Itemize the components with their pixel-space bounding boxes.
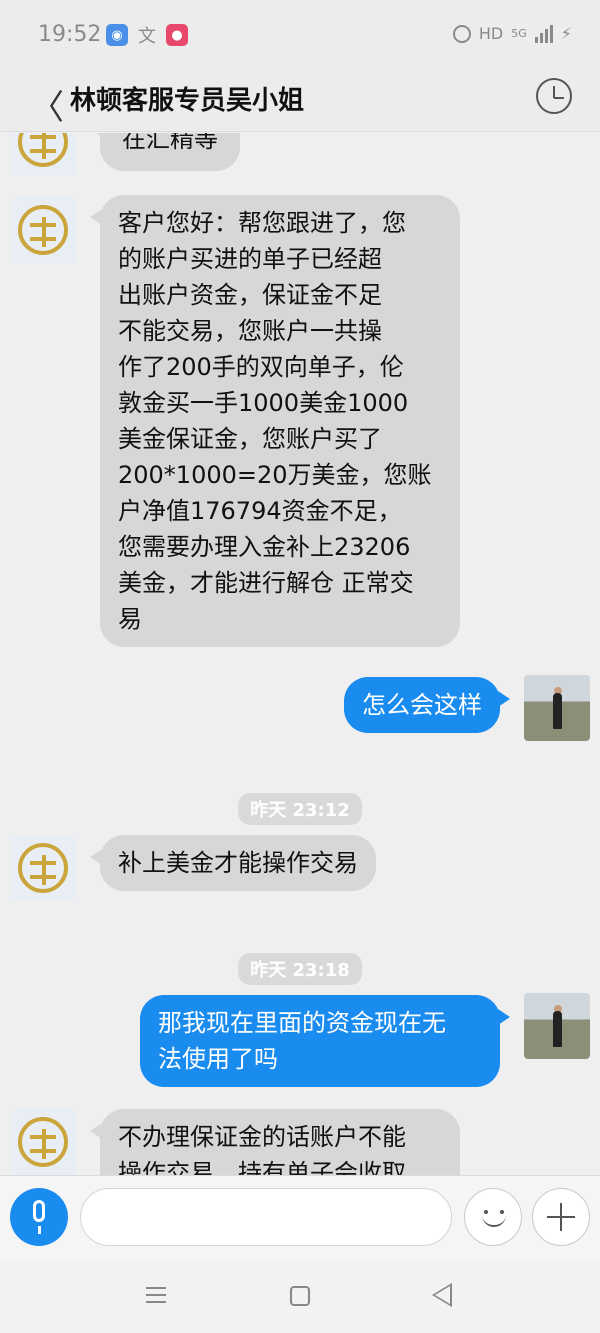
wifi-app-icon: ◉: [106, 24, 128, 46]
message-input[interactable]: [80, 1188, 452, 1246]
notification-icons: ◉ 文 ●: [106, 24, 188, 47]
timestamp: 昨天 23:18: [238, 953, 362, 985]
chat-header: 〈 林顿客服专员吴小姐: [0, 66, 600, 132]
message-text: 补上美金才能操作交易: [118, 849, 358, 877]
message-line: 客户您好：帮您跟进了，您: [118, 209, 406, 237]
message-line: 您需要办理入金补上23206: [118, 533, 411, 561]
company-logo-icon: [18, 843, 68, 893]
back-triangle-icon[interactable]: [432, 1283, 452, 1307]
message-bubble-left[interactable]: 不办理保证金的话账户不能 操作交易，持有单子会收取: [90, 1109, 460, 1175]
company-logo-icon: [18, 1117, 68, 1167]
message-bubble-left[interactable]: 在汇精等: [90, 133, 240, 171]
agent-avatar[interactable]: [10, 133, 76, 175]
status-bar: 19:52 ◉ 文 ● HD 5G ⚡: [0, 0, 600, 66]
message-text: 怎么会这样: [362, 691, 482, 719]
message-line: 易: [118, 605, 142, 633]
status-time: 19:52: [38, 22, 102, 47]
plus-icon[interactable]: [532, 1188, 590, 1246]
emoji-icon[interactable]: [464, 1188, 522, 1246]
message-line: 不办理保证金的话账户不能: [118, 1123, 406, 1151]
message-bubble-left[interactable]: 客户您好：帮您跟进了，您 的账户买进的单子已经超 出账户资金，保证金不足 不能交…: [90, 195, 460, 647]
message-line: 那我现在里面的资金现在无: [158, 1009, 446, 1037]
alarm-icon: [452, 24, 471, 43]
timestamp: 昨天 23:12: [238, 793, 362, 825]
signal-icon: [534, 24, 553, 43]
message-line: 操作交易，持有单子会收取: [118, 1159, 406, 1175]
app-red-icon: ●: [166, 24, 188, 46]
agent-avatar[interactable]: [10, 197, 76, 263]
message-input-bar: [0, 1175, 600, 1259]
message-line: 的账户买进的单子已经超: [118, 245, 382, 273]
network-label: HD: [478, 24, 504, 43]
back-button[interactable]: 〈: [30, 80, 64, 129]
message-line: 不能交易，您账户一共操: [118, 317, 382, 345]
message-line: 美金保证金，您账户买了: [118, 425, 382, 453]
user-avatar[interactable]: [524, 675, 590, 741]
charging-icon: ⚡: [560, 24, 572, 43]
message-line: 户净值176794资金不足，: [118, 497, 402, 525]
message-line: 200*1000=20万美金，您账: [118, 461, 432, 489]
company-logo-icon: [18, 133, 68, 167]
message-line: 敦金买一手1000美金1000: [118, 389, 409, 417]
message-line: 出账户资金，保证金不足: [118, 281, 382, 309]
message-bubble-left[interactable]: 补上美金才能操作交易: [90, 835, 376, 891]
agent-avatar[interactable]: [10, 1109, 76, 1175]
user-avatar[interactable]: [524, 993, 590, 1059]
clock-icon[interactable]: [536, 78, 572, 114]
company-logo-icon: [18, 205, 68, 255]
agent-avatar[interactable]: [10, 835, 76, 901]
message-bubble-right[interactable]: 怎么会这样: [344, 677, 510, 733]
chat-title: 林顿客服专员吴小姐: [70, 86, 305, 116]
message-line: 美金，才能进行解仓 正常交: [118, 569, 414, 597]
message-line: 法使用了吗: [158, 1045, 278, 1073]
message-bubble-right[interactable]: 那我现在里面的资金现在无 法使用了吗: [140, 995, 510, 1087]
chat-area[interactable]: 在汇精等 客户您好：帮您跟进了，您 的账户买进的单子已经超 出账户资金，保证金不…: [0, 133, 600, 1175]
status-right: HD 5G ⚡: [452, 24, 572, 43]
translate-icon: 文: [138, 26, 156, 47]
system-nav-bar: [0, 1259, 600, 1333]
menu-icon[interactable]: [146, 1287, 166, 1303]
microphone-icon[interactable]: [10, 1188, 68, 1246]
home-icon[interactable]: [290, 1286, 310, 1306]
message-line: 作了200手的双向单子，伦: [118, 353, 404, 381]
message-text: 在汇精等: [122, 133, 218, 153]
signal-type-label: 5G: [511, 27, 527, 40]
